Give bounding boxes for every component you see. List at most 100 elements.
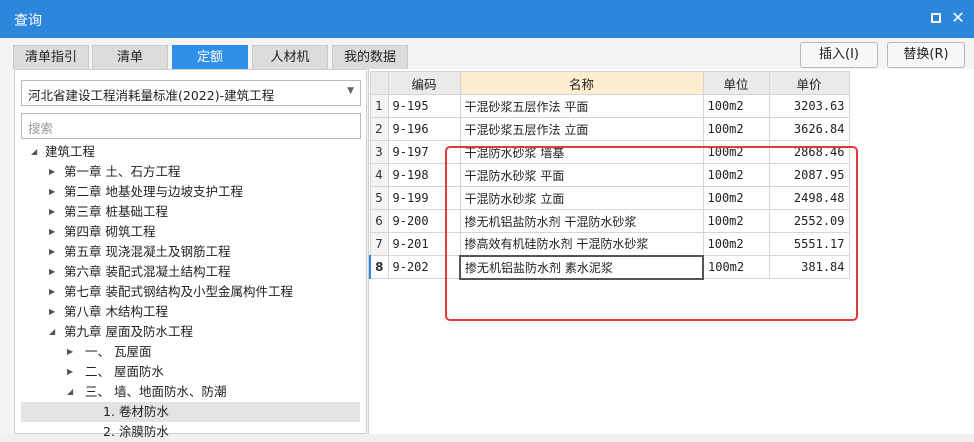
tree-node[interactable]: ▶ 第二章 地基处理与边坡支护工程 bbox=[21, 182, 360, 202]
expand-triangle-icon[interactable]: ▶ bbox=[49, 282, 55, 302]
expand-triangle-icon[interactable]: ▶ bbox=[49, 162, 55, 182]
table-header: 编码 名称 单位 单价 bbox=[369, 71, 850, 95]
cell-name[interactable]: 干混防水砂浆 墙基 bbox=[459, 140, 704, 164]
query-dialog-content: 清单指引 清单 定额 人材机 我的数据 插入(I) 替换(R) 河北省建设工程消… bbox=[0, 38, 974, 439]
row-number: 6 bbox=[369, 209, 389, 233]
cell-unit[interactable]: 100m2 bbox=[702, 140, 770, 164]
table-row[interactable]: 6 9-200 掺无机铝盐防水剂 干混防水砂浆 100m2 2552.09 bbox=[369, 209, 850, 233]
tab-labor-material-machine[interactable]: 人材机 bbox=[252, 45, 328, 69]
window-title: 查询 bbox=[14, 13, 42, 29]
header-unit[interactable]: 单位 bbox=[702, 71, 770, 95]
tree-node[interactable]: ▶ 第五章 现浇混凝土及钢筋工程 bbox=[21, 242, 360, 262]
expand-triangle-icon[interactable]: ▶ bbox=[49, 302, 55, 322]
table-row[interactable]: 7 9-201 掺高效有机硅防水剂 干混防水砂浆 100m2 5551.17 bbox=[369, 232, 850, 256]
cell-unit[interactable]: 100m2 bbox=[702, 232, 770, 256]
cell-code[interactable]: 9-199 bbox=[387, 186, 461, 210]
cell-code[interactable]: 9-198 bbox=[387, 163, 461, 187]
cell-name-active[interactable]: 掺无机铝盐防水剂 素水泥浆 bbox=[459, 254, 704, 280]
row-number: 8 bbox=[369, 255, 389, 279]
cell-unit[interactable]: 100m2 bbox=[702, 209, 770, 233]
quota-grid-panel: 编码 名称 单位 单价 1 9-195 干混砂浆五层作法 平面 100m2 32… bbox=[368, 69, 974, 434]
cell-name[interactable]: 干混砂浆五层作法 平面 bbox=[459, 94, 704, 118]
cell-unit[interactable]: 100m2 bbox=[702, 94, 770, 118]
cell-unit[interactable]: 100m2 bbox=[702, 163, 770, 187]
cell-price[interactable]: 3626.84 bbox=[768, 117, 850, 141]
cell-price[interactable]: 3203.63 bbox=[768, 94, 850, 118]
table-row[interactable]: 1 9-195 干混砂浆五层作法 平面 100m2 3203.63 bbox=[369, 94, 850, 118]
cell-code[interactable]: 9-195 bbox=[387, 94, 461, 118]
row-number: 7 bbox=[369, 232, 389, 256]
tab-list[interactable]: 清单 bbox=[92, 45, 168, 69]
tree-node[interactable]: 2. 涂膜防水 bbox=[21, 422, 360, 442]
cell-code[interactable]: 9-196 bbox=[387, 117, 461, 141]
cell-name[interactable]: 干混砂浆五层作法 立面 bbox=[459, 117, 704, 141]
maximize-icon[interactable] bbox=[931, 13, 941, 23]
tree-node[interactable]: ◢ 第九章 屋面及防水工程 bbox=[21, 322, 360, 342]
tree-node[interactable]: ▶ 第八章 木结构工程 bbox=[21, 302, 360, 322]
tree-node[interactable]: ▶ 第一章 土、石方工程 bbox=[21, 162, 360, 182]
cell-price[interactable]: 2087.95 bbox=[768, 163, 850, 187]
cell-unit[interactable]: 100m2 bbox=[702, 186, 770, 210]
expand-triangle-icon[interactable]: ▶ bbox=[49, 262, 55, 282]
close-icon[interactable]: ✕ bbox=[951, 10, 965, 26]
row-number: 4 bbox=[369, 163, 389, 187]
row-number: 1 bbox=[369, 94, 389, 118]
table-row[interactable]: 3 9-197 干混防水砂浆 墙基 100m2 2868.46 bbox=[369, 140, 850, 164]
collapse-triangle-icon[interactable]: ◢ bbox=[49, 322, 55, 342]
tree-node[interactable]: ◢ 三、 墙、地面防水、防潮 bbox=[21, 382, 360, 402]
cell-code[interactable]: 9-202 bbox=[387, 255, 461, 279]
row-number: 3 bbox=[369, 140, 389, 164]
cell-name[interactable]: 干混防水砂浆 立面 bbox=[459, 186, 704, 210]
cell-code[interactable]: 9-201 bbox=[387, 232, 461, 256]
row-number: 2 bbox=[369, 117, 389, 141]
table-row[interactable]: 2 9-196 干混砂浆五层作法 立面 100m2 3626.84 bbox=[369, 117, 850, 141]
tab-quota[interactable]: 定额 bbox=[172, 45, 248, 69]
expand-triangle-icon[interactable]: ▶ bbox=[49, 222, 55, 242]
tab-my-data[interactable]: 我的数据 bbox=[332, 45, 408, 69]
search-input[interactable]: 搜索 bbox=[21, 113, 361, 139]
collapse-triangle-icon[interactable]: ◢ bbox=[67, 382, 73, 402]
cell-code[interactable]: 9-200 bbox=[387, 209, 461, 233]
chevron-down-icon: ▼ bbox=[347, 86, 354, 96]
tree-node[interactable]: ◢ 建筑工程 bbox=[21, 142, 360, 162]
tree-node[interactable]: ▶ 第三章 桩基础工程 bbox=[21, 202, 360, 222]
cell-price[interactable]: 2868.46 bbox=[768, 140, 850, 164]
cell-unit[interactable]: 100m2 bbox=[702, 117, 770, 141]
expand-triangle-icon[interactable]: ▶ bbox=[67, 362, 73, 382]
table-row[interactable]: 5 9-199 干混防水砂浆 立面 100m2 2498.48 bbox=[369, 186, 850, 210]
standard-select-value: 河北省建设工程消耗量标准(2022)-建筑工程 bbox=[28, 88, 275, 103]
expand-triangle-icon[interactable]: ▶ bbox=[67, 342, 73, 362]
cell-name[interactable]: 掺高效有机硅防水剂 干混防水砂浆 bbox=[459, 232, 704, 256]
insert-button[interactable]: 插入(I) bbox=[800, 42, 878, 68]
tree-node[interactable]: ▶ 第六章 装配式混凝土结构工程 bbox=[21, 262, 360, 282]
collapse-triangle-icon[interactable]: ◢ bbox=[31, 142, 37, 162]
cell-price[interactable]: 2498.48 bbox=[768, 186, 850, 210]
tree-node[interactable]: ▶ 第七章 装配式钢结构及小型金属构件工程 bbox=[21, 282, 360, 302]
expand-triangle-icon[interactable]: ▶ bbox=[49, 182, 55, 202]
header-code[interactable]: 编码 bbox=[387, 71, 461, 95]
table-row[interactable]: 4 9-198 干混防水砂浆 平面 100m2 2087.95 bbox=[369, 163, 850, 187]
left-panel: 河北省建设工程消耗量标准(2022)-建筑工程 ▼ 搜索 ◢ 建筑工程 ▶ 第一… bbox=[14, 69, 367, 439]
cell-name[interactable]: 掺无机铝盐防水剂 干混防水砂浆 bbox=[459, 209, 704, 233]
row-number: 5 bbox=[369, 186, 389, 210]
standard-select[interactable]: 河北省建设工程消耗量标准(2022)-建筑工程 ▼ bbox=[21, 80, 361, 106]
tree-node[interactable]: ▶ 一、 瓦屋面 bbox=[21, 342, 360, 362]
table-row-current[interactable]: 8 9-202 掺无机铝盐防水剂 素水泥浆 100m2 381.84 bbox=[369, 254, 850, 280]
cell-price[interactable]: 5551.17 bbox=[768, 232, 850, 256]
tree-node-selected[interactable]: 1. 卷材防水 bbox=[21, 402, 360, 422]
tree-node[interactable]: ▶ 二、 屋面防水 bbox=[21, 362, 360, 382]
expand-triangle-icon[interactable]: ▶ bbox=[49, 202, 55, 222]
cell-code[interactable]: 9-197 bbox=[387, 140, 461, 164]
replace-button[interactable]: 替换(R) bbox=[887, 42, 965, 68]
cell-price[interactable]: 381.84 bbox=[768, 255, 850, 279]
header-price[interactable]: 单价 bbox=[768, 71, 850, 95]
cell-unit[interactable]: 100m2 bbox=[702, 255, 770, 279]
quota-table: 编码 名称 单位 单价 1 9-195 干混砂浆五层作法 平面 100m2 32… bbox=[369, 71, 850, 280]
cell-name[interactable]: 干混防水砂浆 平面 bbox=[459, 163, 704, 187]
header-name[interactable]: 名称 bbox=[459, 71, 704, 95]
expand-triangle-icon[interactable]: ▶ bbox=[49, 242, 55, 262]
tab-list-guide[interactable]: 清单指引 bbox=[13, 45, 89, 69]
cell-price[interactable]: 2552.09 bbox=[768, 209, 850, 233]
tree-node[interactable]: ▶ 第四章 砌筑工程 bbox=[21, 222, 360, 242]
header-rownum bbox=[369, 71, 389, 95]
